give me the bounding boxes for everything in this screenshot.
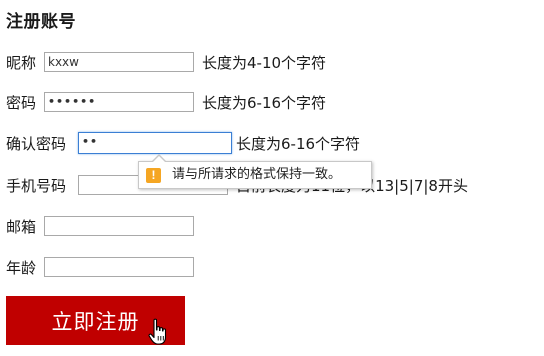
- page-title: 注册账号: [6, 12, 76, 32]
- hand-pointer-cursor-icon: [148, 318, 167, 345]
- age-row: 年龄: [6, 257, 206, 279]
- warning-icon: !: [146, 168, 161, 183]
- phone-label: 手机号码: [6, 177, 67, 195]
- confirm-password-hint: 长度为6-16个字符: [236, 135, 361, 153]
- password-row: 密码 •••••• 长度为6-16个字符: [6, 92, 346, 114]
- confirm-password-row: 确认密码 •• 长度为6-16个字符: [6, 132, 386, 155]
- validation-tooltip: ! 请与所请求的格式保持一致。: [138, 154, 372, 189]
- age-input[interactable]: [44, 257, 194, 277]
- email-input[interactable]: [44, 216, 194, 236]
- email-row: 邮箱: [6, 216, 206, 238]
- nickname-label: 昵称: [6, 54, 37, 72]
- email-label: 邮箱: [6, 218, 37, 236]
- validation-message: 请与所请求的格式保持一致。: [172, 167, 342, 182]
- age-label: 年龄: [6, 259, 37, 277]
- password-input[interactable]: ••••••: [44, 92, 194, 112]
- confirm-password-input[interactable]: ••: [78, 132, 232, 154]
- confirm-password-label: 确认密码: [6, 135, 67, 153]
- password-hint: 长度为6-16个字符: [202, 94, 327, 112]
- tooltip-arrow-fill: [152, 156, 166, 163]
- nickname-row: 昵称 长度为4-10个字符: [6, 52, 346, 74]
- password-label: 密码: [6, 94, 37, 112]
- nickname-input[interactable]: [44, 52, 194, 72]
- nickname-hint: 长度为4-10个字符: [202, 54, 327, 72]
